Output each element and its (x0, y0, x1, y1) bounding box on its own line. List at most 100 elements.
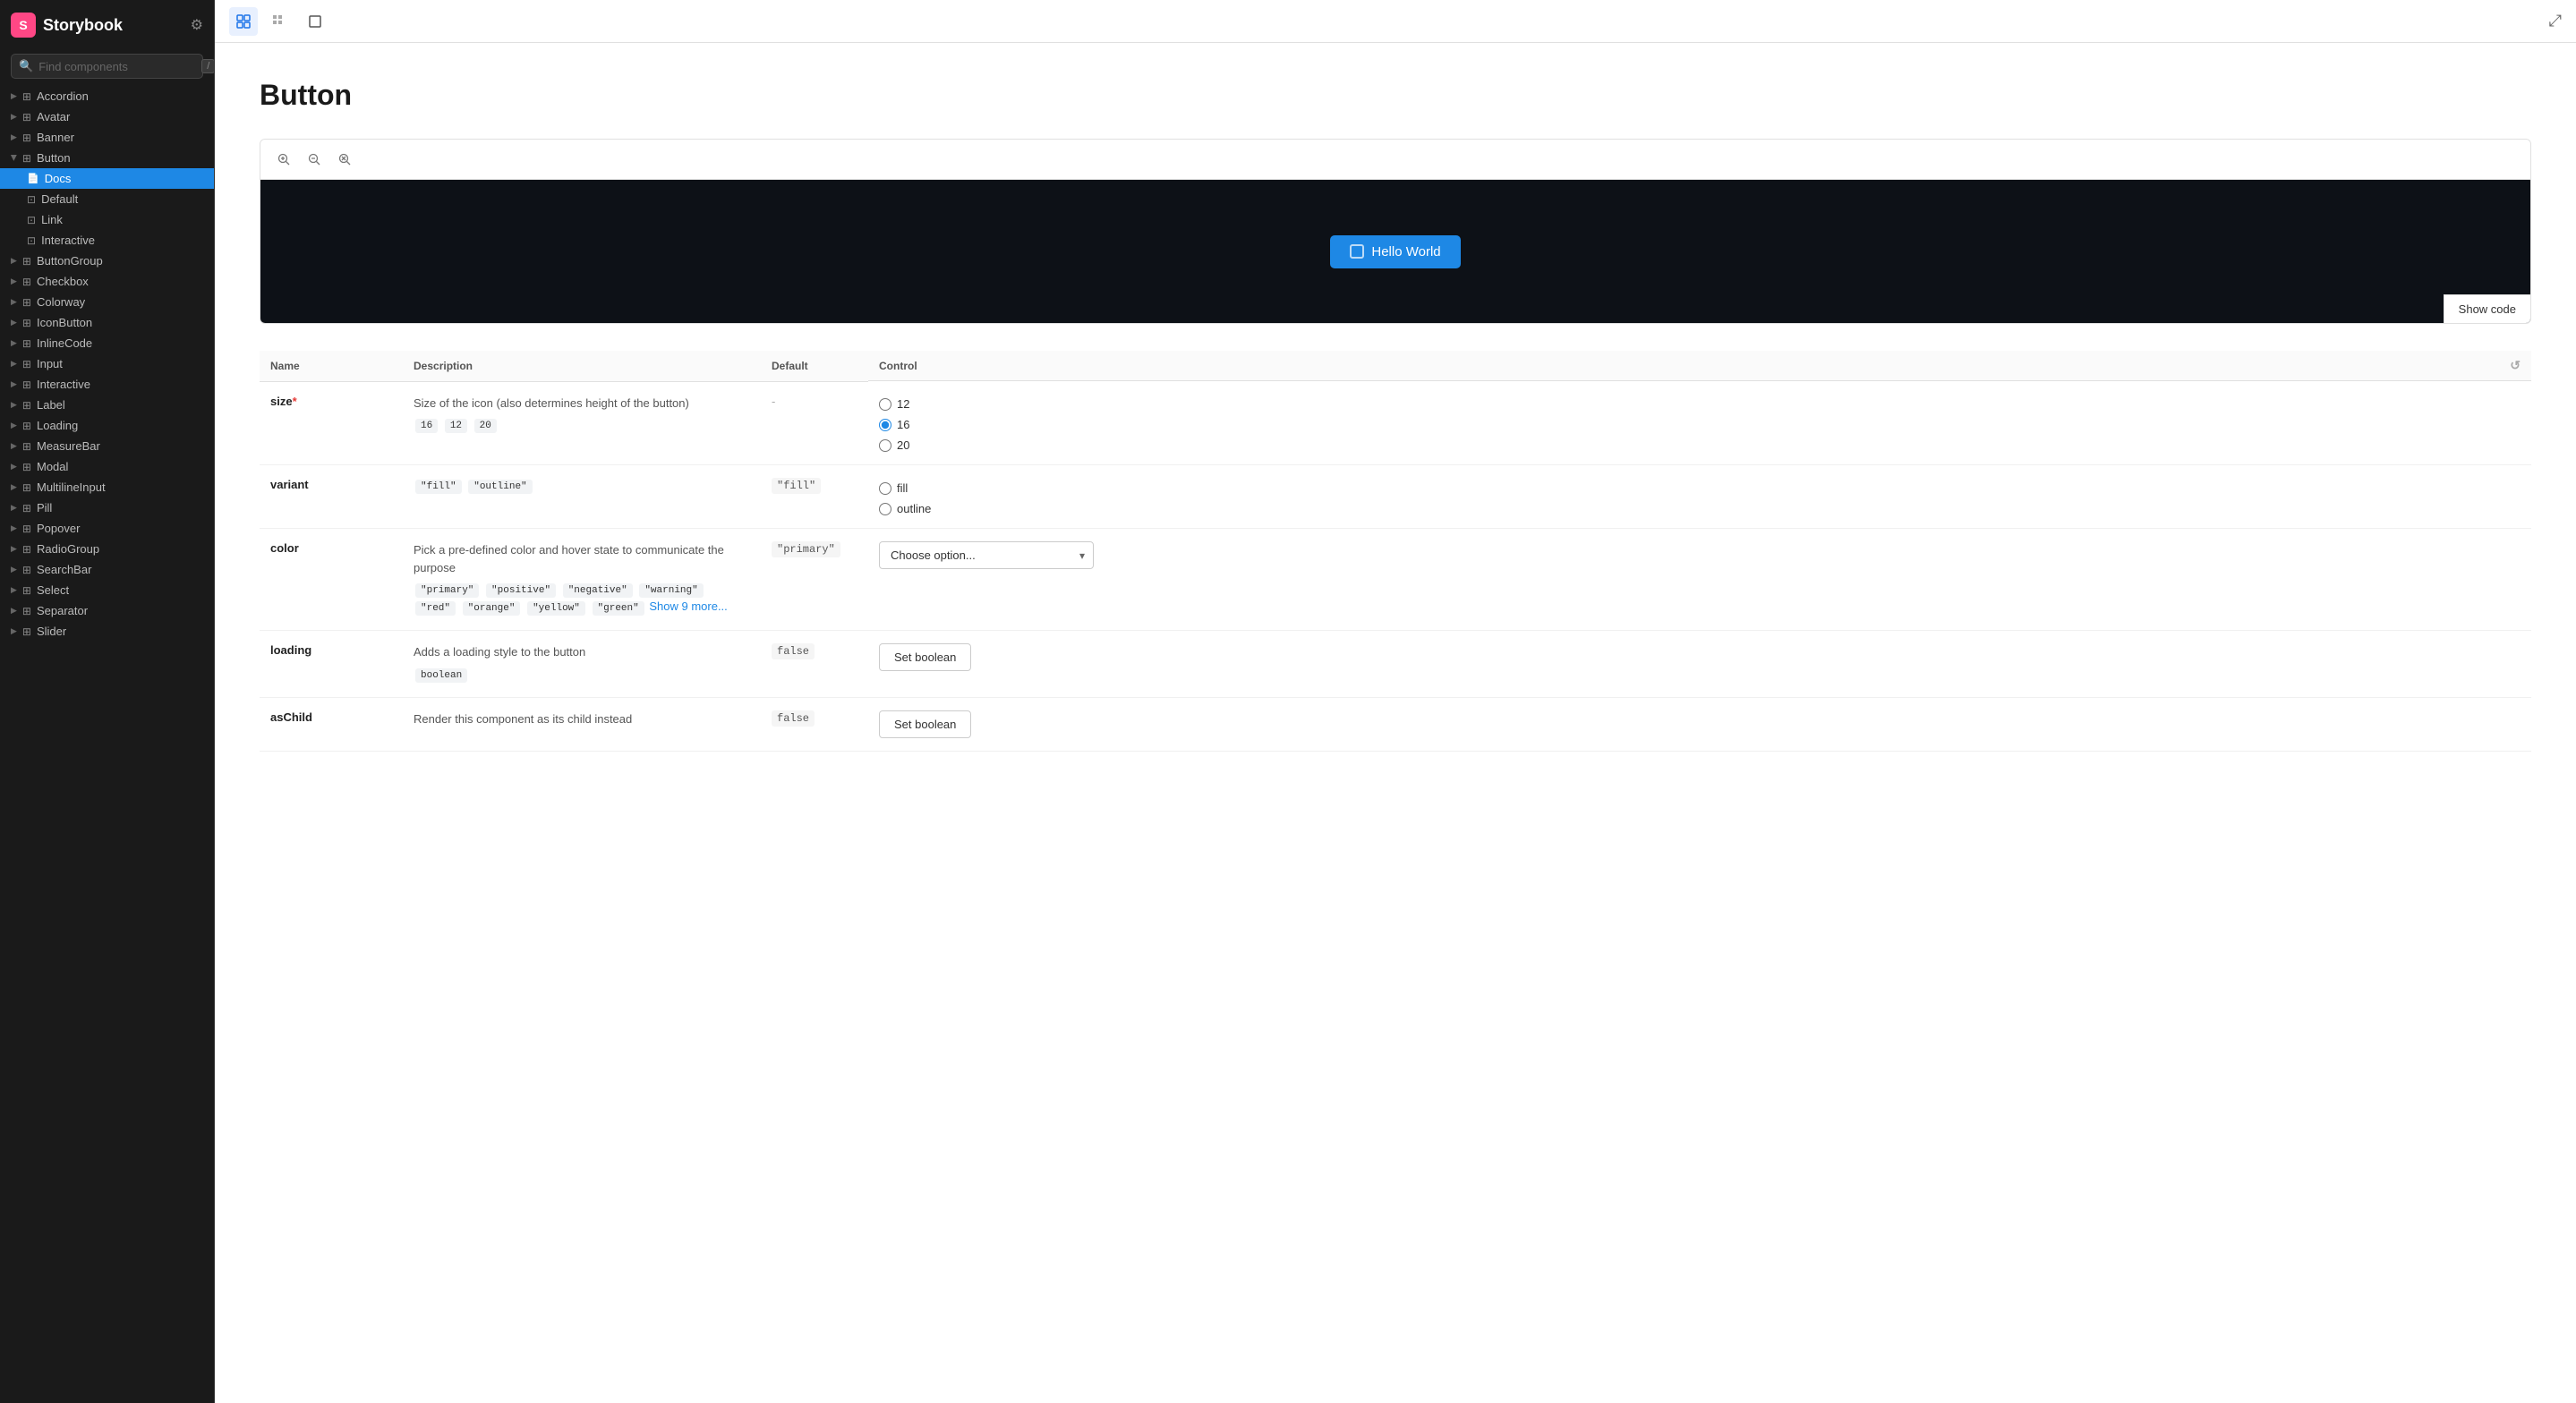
canvas-view-button[interactable] (229, 7, 258, 36)
radio-16-input[interactable] (879, 419, 891, 431)
expand-button[interactable]: ⤢ (2549, 12, 2562, 30)
sidebar-item-label: SearchBar (37, 563, 91, 576)
radio-16[interactable]: 16 (879, 418, 2521, 431)
expand-arrow-icon: ▶ (11, 256, 17, 266)
sidebar-item-label: ButtonGroup (37, 254, 103, 268)
param-name: asChild (270, 710, 312, 724)
zoom-out-button[interactable] (302, 147, 327, 172)
sidebar-item-input[interactable]: ▶ ⊞ Input (0, 353, 214, 374)
sidebar-item-searchbar[interactable]: ▶ ⊞ SearchBar (0, 559, 214, 580)
sidebar-item-buttongroup[interactable]: ▶ ⊞ ButtonGroup (0, 251, 214, 271)
search-input[interactable] (38, 60, 196, 73)
sidebar-item-modal[interactable]: ▶ ⊞ Modal (0, 456, 214, 477)
radio-outline[interactable]: outline (879, 502, 2521, 515)
default-value: "fill" (772, 478, 821, 494)
expand-arrow-icon: ▶ (11, 523, 17, 533)
sidebar-item-label: Interactive (41, 234, 95, 247)
table-row: asChild Render this component as its chi… (260, 697, 2531, 751)
border-icon (308, 14, 322, 29)
param-description: Render this component as its child inste… (414, 710, 750, 728)
show-code-button[interactable]: Show code (2444, 294, 2530, 323)
sidebar-item-label: Loading (37, 419, 78, 432)
tag-outline: "outline" (468, 480, 532, 494)
default-value: - (772, 395, 775, 408)
table-row: size* Size of the icon (also determines … (260, 381, 2531, 465)
radio-12[interactable]: 12 (879, 397, 2521, 411)
search-shortcut: / (201, 59, 215, 73)
sidebar-item-colorway[interactable]: ▶ ⊞ Colorway (0, 292, 214, 312)
table-row: loading Adds a loading style to the butt… (260, 631, 2531, 698)
sidebar-item-loading[interactable]: ▶ ⊞ Loading (0, 415, 214, 436)
col-header-name: Name (260, 351, 403, 381)
sidebar-item-multilineinput[interactable]: ▶ ⊞ MultilineInput (0, 477, 214, 497)
sidebar-item-button-interactive[interactable]: ⊡ Interactive (0, 230, 214, 251)
param-desc-cell: Pick a pre-defined color and hover state… (403, 529, 761, 631)
settings-icon[interactable]: ⚙ (191, 16, 203, 34)
param-description: Adds a loading style to the button (414, 643, 750, 661)
radio-20[interactable]: 20 (879, 438, 2521, 452)
color-select[interactable]: Choose option... primary positive negati… (879, 541, 1094, 569)
radio-20-input[interactable] (879, 439, 891, 452)
zoom-reset-button[interactable] (332, 147, 357, 172)
expand-arrow-icon: ▶ (11, 441, 17, 451)
color-select-wrapper[interactable]: Choose option... primary positive negati… (879, 541, 1094, 569)
set-boolean-button[interactable]: Set boolean (879, 710, 971, 738)
grid-view-button[interactable] (265, 7, 294, 36)
radio-fill[interactable]: fill (879, 481, 2521, 495)
sidebar-item-banner[interactable]: ▶ ⊞ Banner (0, 127, 214, 148)
param-name: size* (270, 395, 297, 408)
default-value: false (772, 643, 815, 659)
tag-12: 12 (445, 419, 467, 433)
set-boolean-button[interactable]: Set boolean (879, 643, 971, 671)
param-control-cell: Set boolean (868, 631, 2531, 698)
zoom-in-button[interactable] (271, 147, 296, 172)
sidebar-item-button-docs[interactable]: 📄 Docs (0, 168, 214, 189)
sidebar-item-button-link[interactable]: ⊡ Link (0, 209, 214, 230)
sidebar-item-radiogroup[interactable]: ▶ ⊞ RadioGroup (0, 539, 214, 559)
brand-logo-area: S Storybook (11, 13, 123, 38)
variant-radio-group: fill outline (879, 481, 2521, 515)
sidebar-item-interactive[interactable]: ▶ ⊞ Interactive (0, 374, 214, 395)
sidebar-item-button[interactable]: ▶ ⊞ Button (0, 148, 214, 168)
component-icon: ⊞ (22, 276, 31, 288)
sidebar-item-checkbox[interactable]: ▶ ⊞ Checkbox (0, 271, 214, 292)
reset-all-icon[interactable]: ↺ (2510, 358, 2521, 373)
size-radio-group: 12 16 20 (879, 397, 2521, 452)
sidebar-item-select[interactable]: ▶ ⊞ Select (0, 580, 214, 600)
tag-positive: "positive" (486, 583, 556, 598)
tag-negative: "negative" (563, 583, 633, 598)
show-more-link[interactable]: Show 9 more... (649, 599, 727, 613)
border-view-button[interactable] (301, 7, 329, 36)
radio-fill-input[interactable] (879, 482, 891, 495)
sidebar-item-iconbutton[interactable]: ▶ ⊞ IconButton (0, 312, 214, 333)
sidebar-item-button-default[interactable]: ⊡ Default (0, 189, 214, 209)
expand-arrow-icon: ▶ (11, 626, 17, 636)
hello-world-button[interactable]: Hello World (1330, 235, 1460, 268)
sidebar-item-avatar[interactable]: ▶ ⊞ Avatar (0, 106, 214, 127)
sidebar-item-label[interactable]: ▶ ⊞ Label (0, 395, 214, 415)
radio-outline-input[interactable] (879, 503, 891, 515)
param-default-cell: false (761, 631, 868, 698)
tag-20: 20 (474, 419, 497, 433)
sidebar-item-popover[interactable]: ▶ ⊞ Popover (0, 518, 214, 539)
expand-arrow-icon: ▶ (11, 585, 17, 595)
search-box[interactable]: 🔍 / (11, 54, 203, 79)
sidebar-item-label: Interactive (37, 378, 90, 391)
sidebar-item-separator[interactable]: ▶ ⊞ Separator (0, 600, 214, 621)
sidebar-item-pill[interactable]: ▶ ⊞ Pill (0, 497, 214, 518)
param-desc-cell: Render this component as its child inste… (403, 697, 761, 751)
component-icon: ⊞ (22, 584, 31, 597)
sidebar-item-accordion[interactable]: ▶ ⊞ Accordion (0, 86, 214, 106)
param-control-cell[interactable]: Choose option... primary positive negati… (868, 529, 2531, 631)
sidebar-item-label: InlineCode (37, 336, 92, 350)
sidebar-item-inlinecode[interactable]: ▶ ⊞ InlineCode (0, 333, 214, 353)
param-default-cell: - (761, 381, 868, 465)
radio-12-input[interactable] (879, 398, 891, 411)
param-control-cell: 12 16 20 (868, 381, 2531, 465)
sidebar-item-label: Select (37, 583, 69, 597)
param-name: variant (270, 478, 309, 491)
sidebar-item-label: Docs (45, 172, 72, 185)
control-label: Control (879, 360, 917, 372)
sidebar-item-slider[interactable]: ▶ ⊞ Slider (0, 621, 214, 642)
sidebar-item-measurebar[interactable]: ▶ ⊞ MeasureBar (0, 436, 214, 456)
